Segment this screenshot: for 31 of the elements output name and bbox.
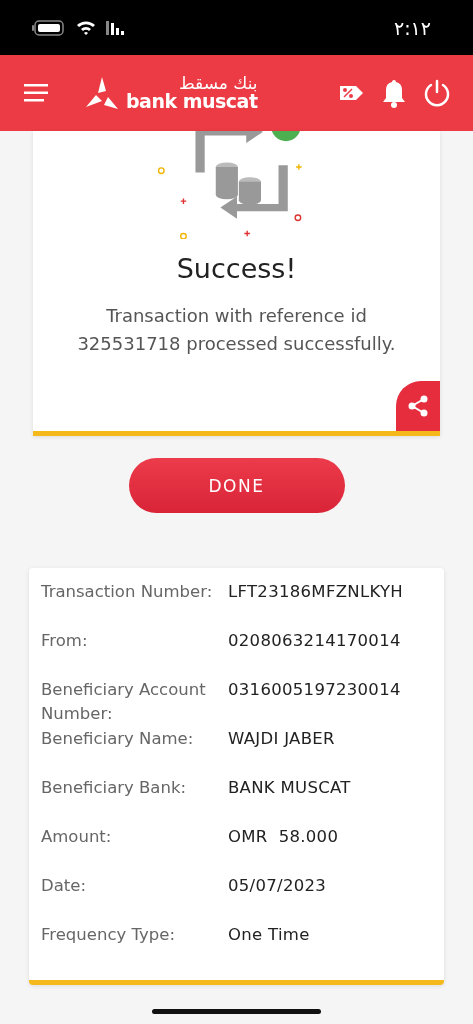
detail-label: From:	[41, 630, 89, 652]
clock-time: ٢:١٢	[393, 16, 431, 39]
power-icon[interactable]	[423, 79, 451, 107]
share-icon	[407, 395, 429, 417]
logo-arabic-text: بنك مسقط	[178, 75, 258, 92]
detail-value: One Time	[228, 924, 311, 946]
tag-icon[interactable]	[339, 84, 365, 102]
battery-icon	[32, 19, 66, 36]
detail-label: Frequency Type:	[41, 924, 176, 946]
detail-value: BANK MUSCAT	[228, 777, 352, 799]
bell-icon[interactable]	[381, 78, 407, 108]
detail-value: 05/07/2023	[228, 875, 328, 897]
detail-label: Beneficiary Bank:	[41, 777, 188, 799]
detail-value: LFT23186MFZNLKYH	[228, 581, 405, 603]
success-title: Success!	[176, 253, 297, 284]
logo-text: bank muscat	[126, 92, 258, 111]
detail-label: Date:	[41, 875, 87, 897]
menu-icon[interactable]	[24, 84, 48, 102]
detail-value: OMR 58.000	[228, 826, 340, 848]
share-button[interactable]	[396, 381, 440, 431]
signal-icon	[106, 20, 126, 35]
detail-value: 0208063214170014	[228, 630, 402, 652]
detail-value: WAJDI JABER	[228, 728, 336, 750]
detail-value: 0316005197230014	[228, 679, 402, 701]
detail-label: Beneficiary Name:	[41, 728, 195, 750]
detail-label: Transaction Number:	[41, 581, 214, 603]
success-message: Transaction with reference id 325531718 processed successfully.	[76, 304, 397, 356]
done-button[interactable]: DONE	[128, 458, 345, 513]
wifi-icon	[76, 20, 96, 35]
detail-label: Amount:	[41, 826, 113, 848]
detail-label: Beneficiary Account Number:	[41, 679, 207, 725]
